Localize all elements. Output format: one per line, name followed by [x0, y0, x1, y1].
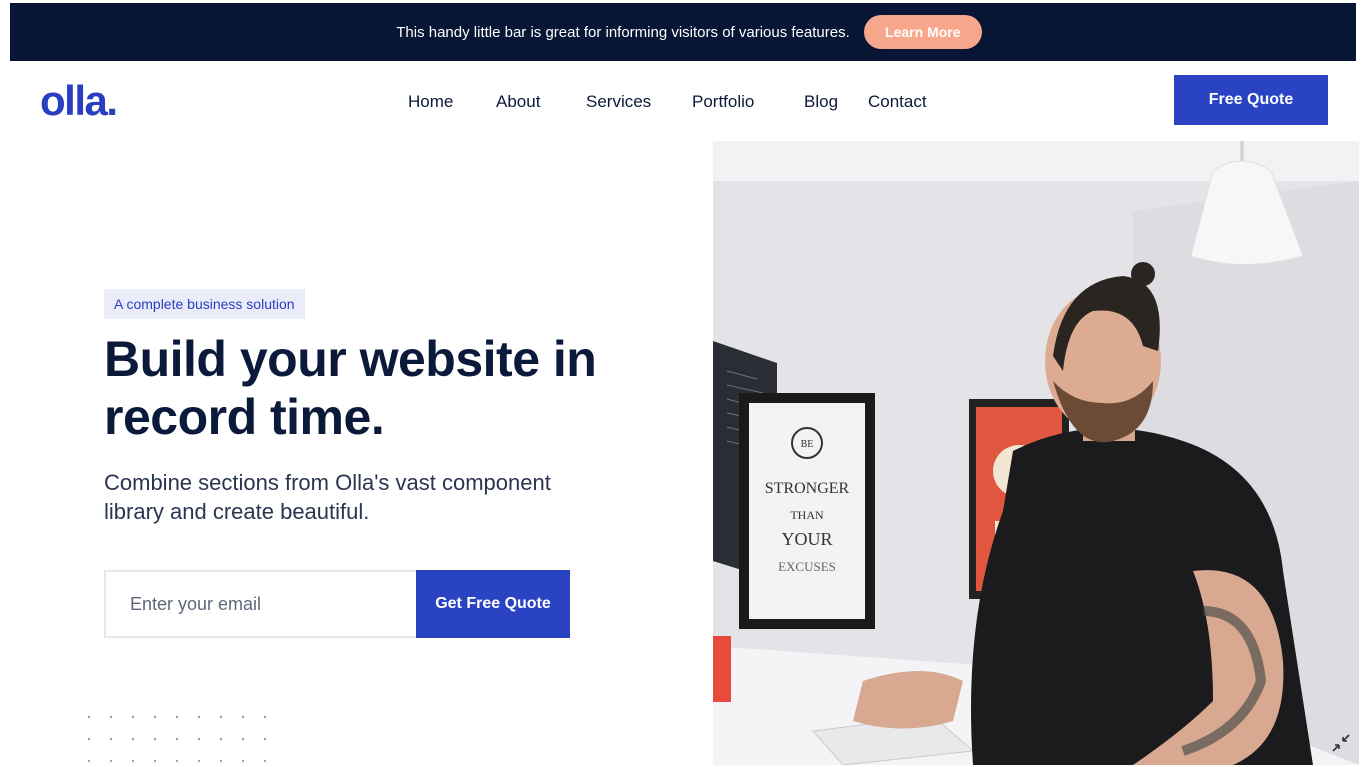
hero-subtitle: Combine sections from Olla's vast compon… [104, 470, 551, 524]
nav-item-contact[interactable]: Contact [868, 88, 927, 116]
poster-line-3: YOUR [781, 529, 832, 549]
announcement-content: This handy little bar is great for infor… [396, 15, 982, 49]
shrink-icon[interactable] [1329, 731, 1353, 755]
svg-text:BE: BE [801, 439, 814, 450]
nav-item-home[interactable]: Home [408, 88, 453, 116]
dot-pattern [78, 706, 278, 766]
poster-line-4: EXCUSES [778, 559, 836, 574]
logo[interactable]: olla. [40, 80, 118, 122]
hero-section: A complete business solution Build your … [20, 210, 675, 690]
poster-line-2: THAN [790, 508, 824, 522]
nav-item-blog[interactable]: Blog [804, 88, 838, 116]
site-header: olla. Home About Services Portfolio Blog… [10, 66, 1358, 136]
nav-item-portfolio[interactable]: Portfolio [692, 88, 754, 116]
get-free-quote-button[interactable]: Get Free Quote [416, 570, 570, 638]
email-form: Get Free Quote [104, 570, 570, 638]
learn-more-button[interactable]: Learn More [863, 15, 982, 49]
hero-badge: A complete business solution [104, 289, 305, 319]
free-quote-button[interactable]: Free Quote [1174, 75, 1328, 125]
office-illustration: BE STRONGER THAN YOUR EXCUSES [713, 141, 1359, 765]
email-input[interactable] [104, 570, 416, 638]
hero-image: BE STRONGER THAN YOUR EXCUSES [713, 141, 1359, 765]
announcement-bar: This handy little bar is great for infor… [10, 3, 1356, 61]
poster-line-1: STRONGER [765, 480, 850, 497]
announcement-text: This handy little bar is great for infor… [396, 23, 850, 41]
nav-item-services[interactable]: Services [586, 88, 651, 116]
hero-title: Build your website in record time. [104, 331, 597, 445]
nav-item-about[interactable]: About [496, 88, 540, 116]
shrink-icon-glyph [1332, 734, 1350, 752]
